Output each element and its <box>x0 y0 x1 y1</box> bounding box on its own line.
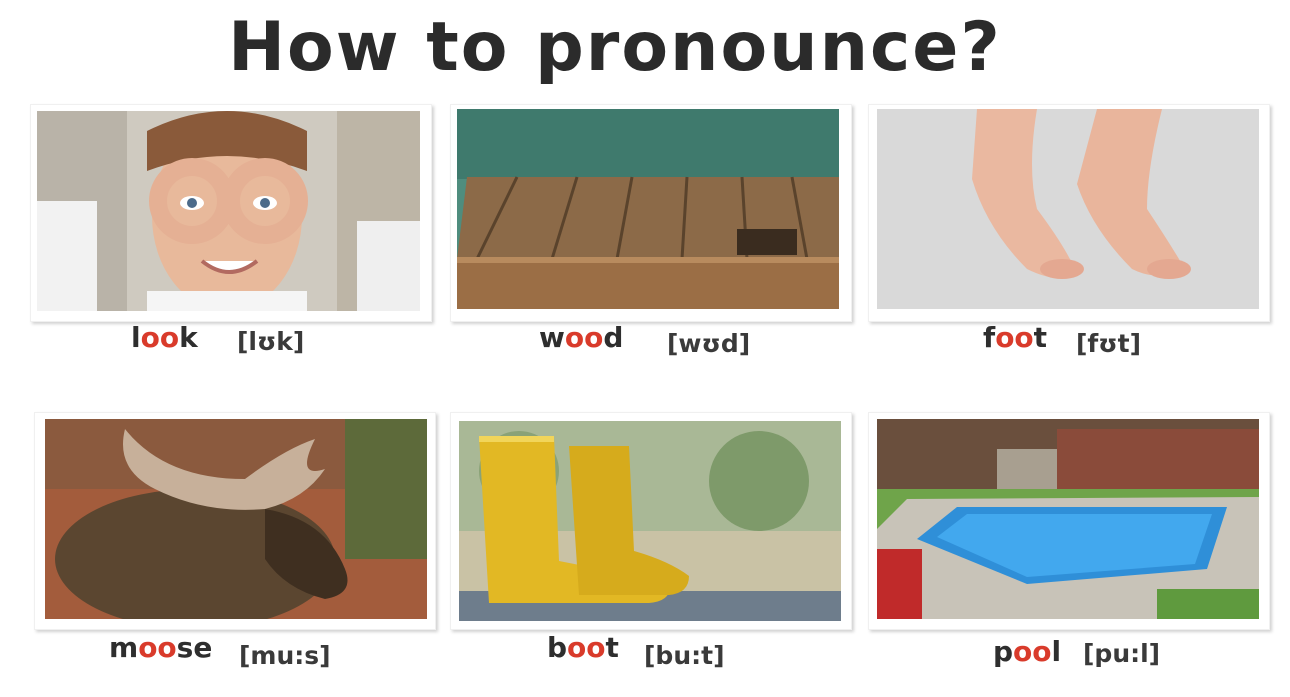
image-swimming-pool <box>877 419 1259 619</box>
card-pool: pool [pu:l] <box>868 412 1270 668</box>
card-boot: boot [bu:t] <box>450 412 852 670</box>
image-yellow-boots <box>459 421 841 621</box>
image-woman-binoculars <box>37 111 420 311</box>
word-look: look <box>131 321 198 354</box>
ipa-pool: [pu:l] <box>1083 639 1161 668</box>
ipa-moose: [mu:s] <box>239 641 331 670</box>
word-boot: boot <box>547 631 619 664</box>
image-bare-feet <box>877 109 1259 309</box>
card-foot: foot [fʊt] <box>868 104 1270 358</box>
ipa-wood: [wʊd] <box>667 329 751 358</box>
image-wooden-planks <box>457 109 839 309</box>
word-foot: foot <box>983 321 1048 354</box>
card-look: look [lʊk] <box>30 104 432 356</box>
card-wood: wood [wʊd] <box>450 104 852 358</box>
ipa-boot: [bu:t] <box>644 641 725 670</box>
word-pool: pool <box>993 635 1062 668</box>
word-moose: moose <box>109 631 213 664</box>
card-moose: moose [mu:s] <box>34 412 436 670</box>
ipa-foot: [fʊt] <box>1076 329 1141 358</box>
image-moose <box>45 419 427 619</box>
word-wood: wood <box>539 321 624 354</box>
page-title: How to pronounce? <box>228 8 1002 87</box>
ipa-look: [lʊk] <box>237 327 305 356</box>
